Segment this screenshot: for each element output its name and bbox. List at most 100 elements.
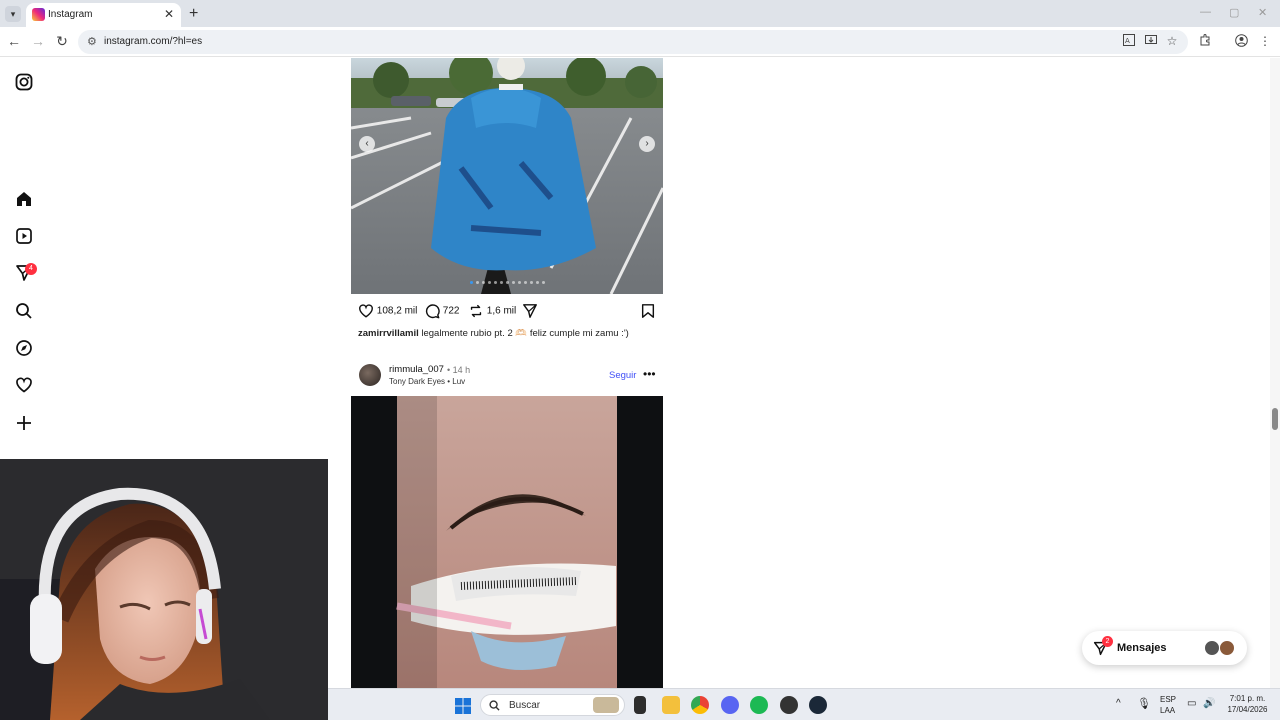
- url-text[interactable]: instagram.com/?hl=es: [104, 36, 202, 47]
- post-caption: zamirrvillamil legalmente rubio pt. 2 🫶🏻…: [358, 328, 629, 339]
- svg-text:A: A: [1125, 37, 1130, 45]
- spotify-icon[interactable]: [750, 696, 768, 714]
- carousel-dot: [482, 281, 485, 284]
- browser-tab[interactable]: Instagram ✕: [26, 3, 181, 27]
- carousel-dot: [506, 281, 509, 284]
- create-icon[interactable]: [15, 414, 33, 432]
- carousel-dot: [476, 281, 479, 284]
- search-highlight-icon: [593, 697, 619, 713]
- site-info-icon[interactable]: ⚙: [87, 35, 97, 48]
- profile-icon[interactable]: [1233, 34, 1249, 50]
- windows-start-icon[interactable]: [455, 698, 471, 714]
- language-top[interactable]: ESP: [1160, 695, 1176, 704]
- follow-button[interactable]: Seguir: [609, 370, 636, 381]
- more-options-icon[interactable]: •••: [643, 367, 656, 381]
- avatar: [1219, 640, 1235, 656]
- avatar: [1204, 640, 1220, 656]
- clock-time[interactable]: 7:01 p. m.: [1225, 694, 1270, 703]
- tray-chevron-icon[interactable]: ^: [1116, 698, 1121, 709]
- carousel-dot: [530, 281, 533, 284]
- task-view-icon[interactable]: [634, 696, 646, 714]
- scrollbar-thumb[interactable]: [1272, 408, 1278, 430]
- network-icon[interactable]: ▭: [1187, 698, 1196, 709]
- microphone-icon[interactable]: 🎙: [1137, 697, 1151, 710]
- share-button[interactable]: [522, 303, 538, 319]
- carousel-prev-button[interactable]: ‹: [359, 136, 375, 152]
- install-icon[interactable]: [1143, 34, 1159, 49]
- carousel-dot: [494, 281, 497, 284]
- search-label: Buscar: [509, 700, 541, 711]
- file-explorer-icon[interactable]: [662, 696, 680, 714]
- new-tab-button[interactable]: +: [189, 5, 198, 23]
- carousel-dot: [500, 281, 503, 284]
- app-icon[interactable]: [780, 696, 798, 714]
- search-icon: [489, 700, 500, 711]
- post-time: • 14 h: [447, 365, 471, 375]
- search-icon[interactable]: [15, 302, 33, 320]
- share-icon: [523, 304, 537, 318]
- browser-toolbar: ← → ↻ ⚙ instagram.com/?hl=es A ☆ ⋮: [0, 27, 1280, 57]
- extensions-icon[interactable]: [1197, 34, 1213, 49]
- comment-count: 722: [442, 305, 460, 317]
- taskbar-search[interactable]: Buscar: [480, 694, 625, 716]
- bookmark-icon: [641, 304, 655, 318]
- close-window-button[interactable]: ✕: [1258, 6, 1267, 19]
- page-scrollbar[interactable]: [1270, 58, 1280, 688]
- carousel-dots: [470, 281, 560, 285]
- forward-button[interactable]: →: [30, 33, 46, 49]
- post-audio[interactable]: Tony Dark Eyes • Luv: [389, 377, 465, 386]
- explore-icon[interactable]: [15, 339, 33, 357]
- home-icon[interactable]: [15, 190, 33, 208]
- volume-icon[interactable]: 🔊: [1203, 698, 1215, 709]
- post-video[interactable]: [351, 396, 663, 688]
- heart-icon[interactable]: [15, 376, 33, 394]
- reload-button[interactable]: ↻: [54, 33, 70, 50]
- tab-list-button[interactable]: ▾: [5, 6, 21, 22]
- windows-taskbar: Buscar ^ 🎙 ESP LAA ▭ 🔊 7:01 p. m. 17/04/…: [328, 688, 1280, 720]
- comment-button[interactable]: 722: [424, 303, 459, 319]
- avatar[interactable]: [359, 364, 381, 386]
- reels-icon[interactable]: [15, 227, 33, 245]
- tab-title: Instagram: [48, 9, 93, 20]
- caption-text: legalmente rubio pt. 2 🫶🏻 feliz cumple m…: [421, 328, 629, 339]
- steam-icon[interactable]: [809, 696, 827, 714]
- post-header: rimmula_007 • 14 h Tony Dark Eyes • Luv …: [351, 361, 663, 391]
- post-username[interactable]: rimmula_007: [389, 364, 444, 375]
- star-icon[interactable]: ☆: [1164, 34, 1180, 48]
- instagram-favicon-icon: [32, 8, 45, 21]
- repost-icon: [470, 304, 482, 318]
- carousel-dot: [512, 281, 515, 284]
- carousel-dot: [524, 281, 527, 284]
- messages-dock[interactable]: 2 Mensajes: [1082, 631, 1247, 665]
- webcam-overlay: [0, 459, 328, 720]
- carousel-dot: [536, 281, 539, 284]
- minimize-button[interactable]: —: [1200, 6, 1211, 18]
- tab-close-icon[interactable]: ✕: [164, 7, 174, 21]
- messages-badge: 2: [1102, 636, 1113, 647]
- post-image[interactable]: ‹ ›: [351, 58, 663, 294]
- heart-icon: [359, 304, 373, 318]
- caption-username[interactable]: zamirrvillamil: [358, 328, 419, 339]
- back-button[interactable]: ←: [6, 33, 22, 49]
- like-count: 108,2 mil: [376, 305, 418, 317]
- translate-icon[interactable]: A: [1121, 34, 1137, 49]
- carousel-dot: [542, 281, 545, 284]
- address-bar[interactable]: ⚙ instagram.com/?hl=es: [78, 30, 1188, 54]
- repost-button[interactable]: 1,6 mil: [468, 303, 516, 319]
- browser-tab-bar: ▾ Instagram ✕ + — ▢ ✕: [0, 0, 1280, 27]
- discord-icon[interactable]: [721, 696, 739, 714]
- save-button[interactable]: [640, 303, 656, 319]
- carousel-dot: [518, 281, 521, 284]
- messages-count-badge: 4: [25, 263, 37, 275]
- like-button[interactable]: 108,2 mil: [358, 303, 417, 319]
- carousel-next-button[interactable]: ›: [639, 136, 655, 152]
- carousel-dot: [470, 281, 473, 284]
- chrome-icon[interactable]: [691, 696, 709, 714]
- carousel-dot: [488, 281, 491, 284]
- maximize-button[interactable]: ▢: [1229, 6, 1239, 19]
- instagram-logo-icon[interactable]: [15, 73, 33, 91]
- menu-icon[interactable]: ⋮: [1257, 34, 1273, 48]
- repost-count: 1,6 mil: [486, 305, 517, 317]
- clock-date[interactable]: 17/04/2026: [1225, 705, 1270, 714]
- language-bottom[interactable]: LAA: [1160, 706, 1175, 715]
